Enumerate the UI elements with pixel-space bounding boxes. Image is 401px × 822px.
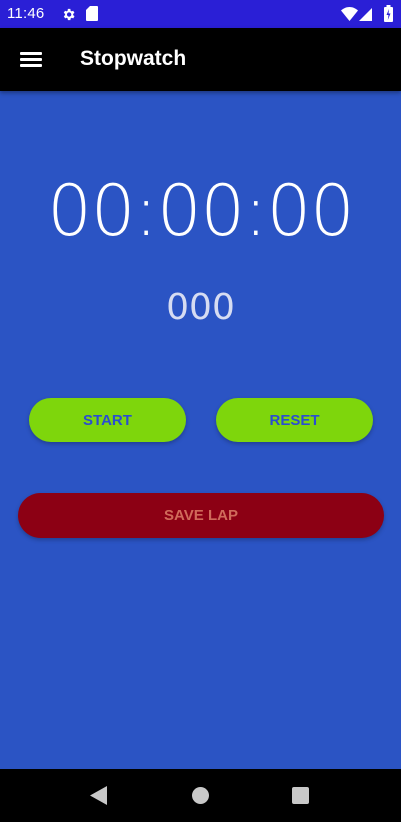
battery-icon	[384, 5, 393, 22]
app-title: Stopwatch	[80, 47, 187, 70]
sd-card-icon	[86, 6, 98, 21]
navigation-bar	[0, 769, 401, 822]
status-time: 11:46	[7, 5, 45, 22]
wifi-icon	[341, 7, 358, 21]
back-icon[interactable]	[90, 786, 107, 805]
stopwatch-screen: 00:00:00 000 START RESET SAVE LAP	[0, 91, 401, 769]
start-button[interactable]: START	[29, 398, 186, 442]
reset-button[interactable]: RESET	[216, 398, 373, 442]
time-display: 00:00:00	[47, 170, 354, 252]
home-icon[interactable]	[192, 787, 209, 804]
menu-icon[interactable]	[20, 52, 42, 68]
recent-apps-icon[interactable]	[292, 787, 309, 804]
signal-icon	[359, 8, 372, 21]
milliseconds-display: 000	[166, 287, 235, 328]
save-lap-button[interactable]: SAVE LAP	[18, 493, 384, 538]
gear-icon	[63, 8, 75, 21]
status-bar: 11:46	[0, 0, 401, 28]
app-bar: Stopwatch	[0, 28, 401, 91]
